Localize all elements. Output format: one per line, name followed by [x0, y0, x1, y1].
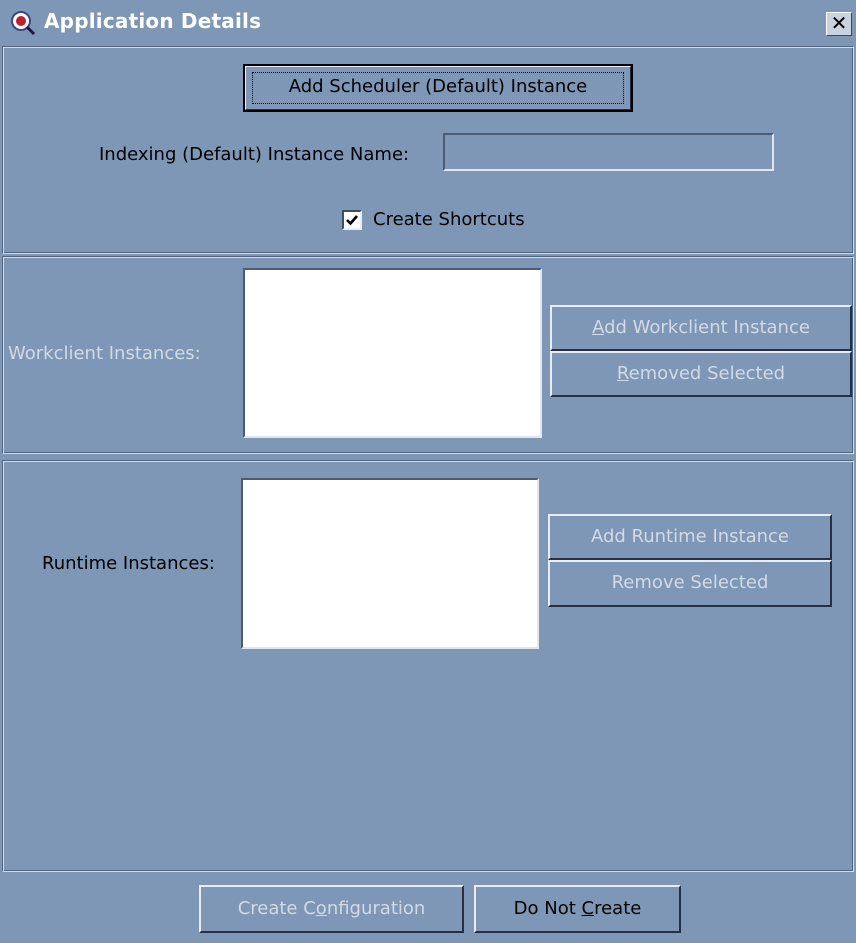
remove-selected-label: Remove Selected [611, 572, 769, 593]
remove-selected-button[interactable]: Remove Selected [548, 560, 832, 607]
removed-selected-mnemonic: R [616, 363, 629, 384]
close-button[interactable]: ✕ [826, 12, 852, 36]
create-config-label-pre: Create C [237, 898, 316, 919]
create-shortcuts-label[interactable]: Create Shortcuts [373, 209, 525, 230]
application-details-dialog: Application Details ✕ Add Scheduler (Def… [0, 0, 856, 943]
workclient-instances-list[interactable] [243, 268, 542, 438]
create-config-label-post: nfiguration [326, 898, 426, 919]
magnifier-app-icon [11, 11, 36, 36]
do-not-create-button[interactable]: Do Not Create [474, 885, 681, 933]
do-not-create-label-post: reate [594, 898, 642, 919]
indexing-instance-name-label: Indexing (Default) Instance Name: [99, 144, 410, 165]
title-bar[interactable]: Application Details ✕ [0, 0, 856, 46]
focus-rect [252, 72, 624, 104]
add-workclient-label: dd Workclient Instance [604, 317, 810, 338]
create-shortcuts-checkbox[interactable] [342, 210, 362, 230]
create-configuration-button[interactable]: Create Configuration [199, 885, 464, 933]
close-icon: ✕ [830, 11, 848, 35]
runtime-instances-list[interactable] [241, 478, 539, 649]
add-workclient-mnemonic: A [592, 317, 605, 338]
removed-selected-label: emoved Selected [628, 363, 786, 384]
add-runtime-instance-button[interactable]: Add Runtime Instance [548, 514, 832, 560]
workclient-instances-label: Workclient Instances: [8, 343, 201, 364]
removed-selected-button[interactable]: Removed Selected [550, 351, 852, 397]
runtime-instances-label: Runtime Instances: [42, 553, 215, 574]
add-runtime-label: Add Runtime Instance [590, 526, 790, 547]
indexing-instance-name-input[interactable] [443, 133, 774, 171]
add-scheduler-instance-button[interactable]: Add Scheduler (Default) Instance [243, 64, 633, 112]
add-workclient-instance-button[interactable]: Add Workclient Instance [550, 305, 852, 351]
create-config-mnemonic: o [315, 898, 327, 919]
checkmark-icon [346, 215, 358, 226]
do-not-create-label-pre: Do Not [513, 898, 582, 919]
do-not-create-mnemonic: C [581, 898, 595, 919]
window-title: Application Details [44, 9, 262, 33]
